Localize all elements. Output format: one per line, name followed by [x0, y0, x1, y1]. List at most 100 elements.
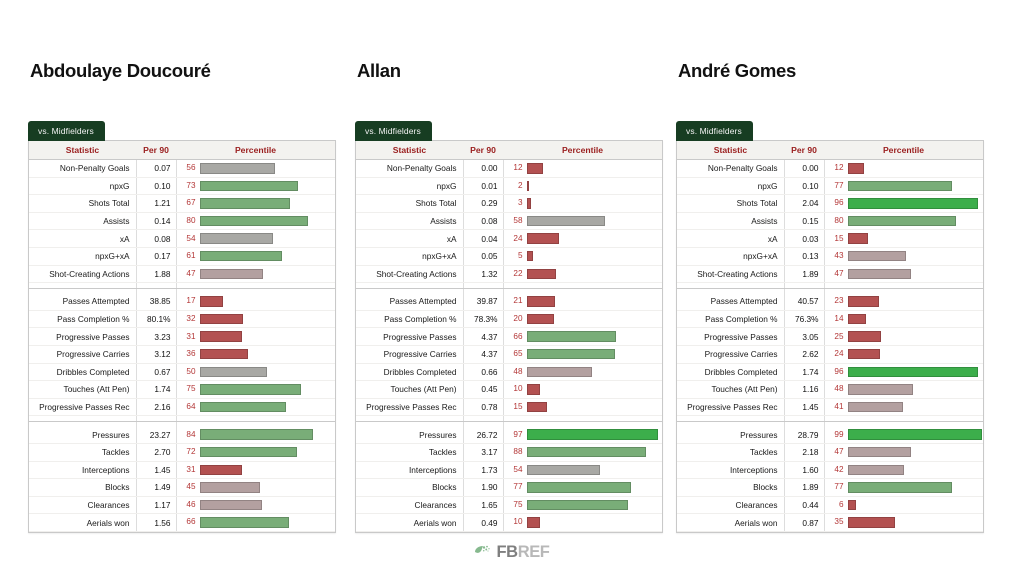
percentile-value: 48	[834, 384, 844, 394]
percentile-bar-row: 66	[508, 328, 663, 345]
page-title: Allan	[357, 60, 401, 81]
table-row: Tackles 2.70 72	[29, 443, 335, 462]
percentile-cell: 96	[824, 194, 983, 213]
statistic-name: npxG+xA	[677, 247, 785, 266]
percentile-bar-track	[199, 178, 336, 195]
percentile-value: 31	[186, 464, 196, 474]
percentile-value: 54	[513, 464, 523, 474]
percentile-bar-track	[847, 462, 984, 479]
percentile-bar	[199, 198, 291, 209]
percentile-bar-row: 73	[181, 178, 336, 195]
percentile-value: 75	[513, 499, 523, 509]
scouting-report-page: Abdoulaye Doucouré vs. Midfielders Statist…	[0, 0, 1024, 576]
column-header-percentile[interactable]: Percentile	[824, 141, 983, 160]
table-row: Aerials won 1.56 66	[29, 513, 336, 532]
column-header-statistic[interactable]: Statistic	[29, 141, 136, 160]
percentile-bar-track	[199, 311, 336, 328]
percentile-bar-track	[199, 160, 336, 177]
statistic-name: xA	[29, 229, 137, 248]
percentile-bar-row: 56	[181, 160, 336, 177]
column-header-per90[interactable]: Per 90	[784, 141, 824, 160]
per90-value: 0.67	[136, 363, 177, 382]
percentile-value: 22	[513, 268, 523, 278]
table-row: Aerials won 0.49 10	[356, 513, 662, 532]
per90-value: 0.29	[463, 194, 504, 213]
per90-value: 1.88	[136, 265, 177, 284]
column-header-percentile[interactable]: Percentile	[176, 141, 335, 160]
percentile-value: 97	[513, 429, 523, 439]
per90-value: 0.44	[784, 496, 825, 515]
percentile-bar-row: 77	[829, 178, 984, 195]
column-header-statistic[interactable]: Statistic	[356, 141, 463, 160]
percentile-cell: 20	[503, 310, 662, 329]
percentile-cell: 88	[503, 443, 662, 462]
percentile-bar	[526, 163, 543, 174]
tab-vs-midfielders[interactable]: vs. Midfielders	[28, 121, 105, 141]
percentile-bar-track	[526, 178, 663, 195]
percentile-bar	[847, 331, 882, 342]
per90-value: 0.49	[463, 513, 504, 532]
per90-value: 0.17	[136, 247, 177, 266]
percentile-value: 10	[513, 517, 523, 527]
statistic-name: Tackles	[29, 443, 137, 462]
percentile-value: 6	[838, 499, 844, 509]
column-header-per90[interactable]: Per 90	[136, 141, 176, 160]
table-row: Progressive Carries 3.12 36	[29, 345, 336, 364]
percentile-cell: 80	[824, 212, 983, 231]
table-header-row: Statistic Per 90 Percentile	[29, 141, 335, 160]
table-row: Clearances 0.44 6	[677, 496, 984, 515]
statistic-name: Progressive Passes	[29, 327, 137, 346]
table-row: Non-Penalty Goals 0.07 56	[29, 159, 336, 178]
percentile-bar	[526, 366, 592, 378]
percentile-value: 56	[186, 163, 196, 173]
percentile-cell: 36	[176, 345, 336, 364]
percentile-bar-row: 66	[181, 514, 336, 531]
table-row: Progressive Passes 3.05 25	[677, 327, 983, 346]
player-panel: Allan vs. Midfielders Statistic Per 90 Perce…	[355, 60, 663, 533]
statistic-name: xA	[677, 229, 785, 248]
statistic-name: Shot-Creating Actions	[677, 265, 785, 284]
percentile-bar	[199, 499, 262, 511]
percentile-bar-row: 24	[508, 230, 663, 247]
percentile-bar-track	[847, 293, 984, 310]
tab-vs-midfielders[interactable]: vs. Midfielders	[355, 121, 432, 141]
fbref-logo-secondary: REF	[517, 542, 550, 561]
table-row: Passes Attempted 40.57 23	[677, 293, 984, 311]
percentile-bar-track	[526, 213, 663, 230]
table-row: xA 0.04 24	[356, 229, 663, 248]
percentile-value: 17	[186, 296, 196, 306]
table-row: Tackles 3.17 88	[356, 443, 662, 462]
table-row: Progressive Passes Rec 1.45 41	[677, 398, 983, 417]
column-header-per90[interactable]: Per 90	[463, 141, 503, 160]
percentile-bar-track	[199, 381, 336, 398]
percentile-cell: 64	[176, 398, 335, 417]
percentile-bar-track	[526, 364, 663, 381]
tab-vs-midfielders[interactable]: vs. Midfielders	[676, 121, 753, 141]
fbref-wordmark: FBREF	[496, 542, 550, 561]
percentile-value: 32	[186, 313, 196, 323]
table-row: Shots Total 2.04 96	[677, 194, 983, 213]
percentile-value: 10	[513, 384, 523, 394]
table-row: Interceptions 1.60 42	[677, 461, 984, 480]
percentile-bar	[526, 446, 646, 458]
percentile-bar-row: 14	[829, 311, 984, 328]
percentile-bar	[847, 366, 978, 378]
percentile-bar-row: 36	[181, 346, 336, 363]
percentile-cell: 65	[503, 345, 662, 364]
percentile-cell: 48	[503, 363, 663, 382]
percentile-bar	[199, 464, 242, 475]
percentile-bar-row: 61	[181, 248, 336, 265]
percentile-cell: 24	[824, 345, 983, 364]
percentile-bar-track	[847, 497, 984, 514]
column-header-statistic[interactable]: Statistic	[677, 141, 784, 160]
column-header-percentile[interactable]: Percentile	[503, 141, 662, 160]
per90-value: 26.72	[463, 426, 504, 444]
percentile-cell: 46	[176, 496, 335, 515]
percentile-bar	[847, 268, 912, 280]
statistic-name: Progressive Passes Rec	[356, 398, 464, 417]
percentile-value: 47	[186, 268, 196, 278]
statistic-name: Progressive Passes Rec	[29, 398, 137, 417]
percentile-bar	[526, 384, 541, 395]
per90-value: 0.10	[784, 177, 825, 196]
percentile-value: 14	[834, 313, 844, 323]
